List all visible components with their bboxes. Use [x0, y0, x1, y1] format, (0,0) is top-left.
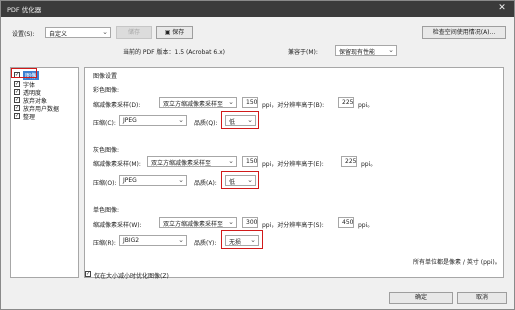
pdf-optimizer-dialog: PDF 优化器 ✕ 设置(S): 自定义 ⌄ 储存 ▣ 保存 检查空间使用情况(…: [0, 0, 515, 310]
mono-above-unit: ppi。: [358, 222, 374, 229]
mono-compression-value: JBIG2: [123, 237, 140, 244]
color-ppi-unit: ppi，对分辨率高于(B):: [262, 102, 325, 109]
save-icon: ▣: [164, 29, 171, 36]
chevron-down-icon: ⌄: [228, 218, 234, 226]
checkbox-fonts[interactable]: ✓: [14, 81, 20, 87]
highlight-color-quality: [221, 111, 259, 129]
audit-space-button[interactable]: 检查空间使用情况(A)...: [422, 26, 506, 39]
gray-above-value: 225: [345, 158, 357, 165]
current-pdf-version: 当前的 PDF 版本：1.5 (Acrobat 6.x): [123, 49, 225, 56]
chevron-down-icon: ⌄: [228, 157, 234, 165]
only-if-smaller-label: 仅在大小减小时优化图像(Z): [94, 273, 169, 280]
units-note: 所有单位都是像素 / 英寸 (ppi)。: [413, 259, 501, 266]
gray-downsample-label: 缩减像素采样(M):: [93, 161, 141, 168]
sidebar-item-transparency[interactable]: ✓ 透明度: [14, 88, 74, 97]
chevron-down-icon: ⌄: [178, 116, 184, 124]
gray-downsample-value: 双立方缩减像素采样至: [151, 160, 212, 167]
gray-compression-dropdown[interactable]: JPEG ⌄: [119, 175, 187, 186]
category-sidebar: ✓ 图像 ✓ 字体 ✓ 透明度 ✓ 放弃对象 ✓ 放弃用户数据 ✓ 整理: [10, 67, 79, 278]
color-downsample-value: 双立方缩减像素采样至: [163, 101, 224, 108]
gray-ppi-unit: ppi，对分辨率高于(E):: [262, 161, 324, 168]
sidebar-item-discard-user-data[interactable]: ✓ 放弃用户数据: [14, 104, 74, 113]
cancel-button[interactable]: 取消: [457, 292, 507, 304]
highlight-images-item: [11, 68, 37, 78]
mono-compression-dropdown[interactable]: JBIG2 ⌄: [119, 235, 187, 246]
save-button[interactable]: ▣ 保存: [156, 26, 193, 39]
sidebar-item-clean-up[interactable]: ✓ 整理: [14, 112, 74, 121]
highlight-mono-quality: [221, 230, 263, 249]
compat-label: 兼容于(M):: [288, 49, 318, 56]
highlight-gray-quality: [221, 171, 259, 189]
mono-downsample-value: 双立方缩减像素采样至: [163, 221, 224, 228]
checkbox-discard-objects[interactable]: ✓: [14, 97, 20, 103]
color-downsample-dropdown[interactable]: 双立方缩减像素采样至 ⌄: [159, 97, 237, 108]
mono-ppi-value: 300: [246, 219, 258, 226]
gray-compression-value: JPEG: [123, 177, 137, 184]
gray-ppi-value: 150: [246, 158, 258, 165]
chevron-down-icon: ⌄: [228, 98, 234, 106]
color-downsample-label: 缩减像素采样(D):: [93, 102, 141, 109]
color-compression-label: 压缩(C):: [93, 120, 116, 127]
close-icon[interactable]: ✕: [496, 2, 508, 15]
checkbox-discard-user-data[interactable]: ✓: [14, 105, 20, 111]
sidebar-item-fonts[interactable]: ✓ 字体: [14, 80, 74, 89]
mono-downsample-label: 缩减像素采样(W):: [93, 222, 142, 229]
only-if-smaller-checkbox[interactable]: ✓: [85, 271, 91, 277]
chevron-down-icon: ⌄: [102, 28, 108, 36]
sidebar-item-discard-objects[interactable]: ✓ 放弃对象: [14, 96, 74, 105]
checkbox-clean-up[interactable]: ✓: [14, 113, 20, 119]
color-compression-dropdown[interactable]: JPEG ⌄: [119, 115, 187, 126]
mono-downsample-dropdown[interactable]: 双立方缩减像素采样至 ⌄: [159, 217, 237, 228]
section-title: 图像设置: [93, 73, 118, 80]
image-settings-panel: [84, 67, 504, 278]
mono-ppi-input[interactable]: 300: [242, 217, 258, 228]
mono-above-value: 450: [342, 219, 354, 226]
settings-label: 设置(S):: [12, 31, 35, 38]
gray-above-unit: ppi。: [361, 161, 377, 168]
compat-dropdown[interactable]: 保留现有性能 ⌄: [335, 45, 397, 56]
gray-downsample-dropdown[interactable]: 双立方缩减像素采样至 ⌄: [147, 156, 237, 167]
gray-compression-label: 压缩(O):: [93, 180, 117, 187]
color-ppi-input[interactable]: 150: [242, 97, 258, 108]
mono-above-input[interactable]: 450: [338, 217, 354, 228]
color-above-input[interactable]: 225: [338, 97, 354, 108]
chevron-down-icon: ⌄: [388, 46, 394, 54]
color-quality-label: 品质(Q):: [194, 120, 218, 127]
gray-ppi-input[interactable]: 150: [242, 156, 258, 167]
gray-images-heading: 灰色图像:: [93, 147, 120, 154]
mono-ppi-unit: ppi，对分辨率高于(S):: [262, 222, 324, 229]
chevron-down-icon: ⌄: [178, 176, 184, 184]
chevron-down-icon: ⌄: [178, 236, 184, 244]
store-button[interactable]: 储存: [116, 26, 152, 39]
color-above-unit: ppi。: [358, 102, 374, 109]
gray-above-input[interactable]: 225: [341, 156, 357, 167]
color-compression-value: JPEG: [123, 117, 137, 124]
checkbox-transparency[interactable]: ✓: [14, 89, 20, 95]
gray-quality-label: 品质(A):: [194, 180, 217, 187]
save-button-label: 保存: [172, 29, 185, 36]
sidebar-item-label: 整理: [23, 114, 36, 121]
title-bar[interactable]: PDF 优化器 ✕: [1, 1, 514, 17]
color-ppi-value: 150: [246, 99, 258, 106]
mono-images-heading: 单色图像:: [93, 207, 120, 214]
store-button-label: 储存: [127, 29, 140, 36]
color-above-value: 225: [342, 99, 354, 106]
window-title: PDF 优化器: [7, 6, 42, 14]
compat-value: 保留现有性能: [339, 49, 376, 56]
settings-value: 自定义: [49, 31, 68, 38]
settings-dropdown[interactable]: 自定义 ⌄: [45, 27, 111, 38]
ok-button[interactable]: 确定: [389, 292, 453, 304]
mono-quality-label: 品质(Y):: [194, 240, 217, 247]
mono-compression-label: 压缩(R):: [93, 240, 116, 247]
color-images-heading: 彩色图像:: [93, 87, 120, 94]
